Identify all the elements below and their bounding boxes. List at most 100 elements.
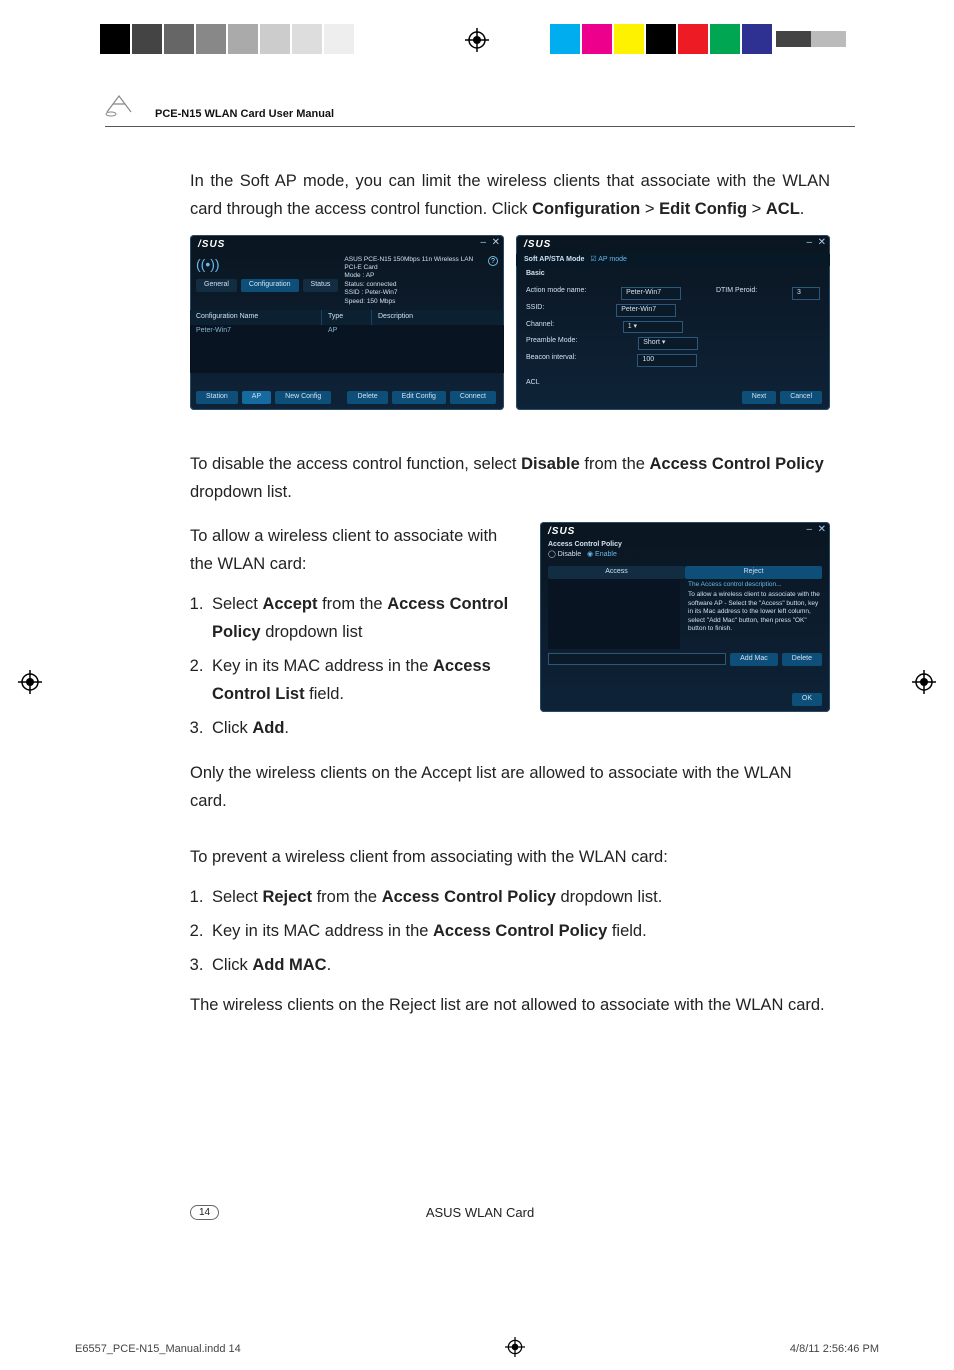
manual-header: PCE-N15 WLAN Card User Manual bbox=[105, 90, 855, 127]
screenshot-acl: – ✕ /SUS Access Control Policy ◯ Disable… bbox=[540, 522, 830, 712]
cancel-button[interactable]: Cancel bbox=[780, 391, 822, 404]
help-icon[interactable]: ? bbox=[488, 256, 498, 266]
channel-label: Channel: bbox=[526, 321, 554, 334]
list-item: Key in its MAC address in the Access Con… bbox=[208, 652, 520, 708]
text-bold: Access Control Policy bbox=[650, 455, 824, 473]
disable-paragraph: To disable the access control function, … bbox=[190, 450, 830, 506]
text: from the bbox=[580, 455, 650, 473]
delete-button[interactable]: Delete bbox=[347, 391, 387, 404]
manual-title: PCE-N15 WLAN Card User Manual bbox=[155, 108, 334, 120]
add-mac-button[interactable]: Add Mac bbox=[730, 653, 778, 666]
acl-title: Access Control Policy bbox=[548, 541, 622, 548]
page-number: 14 bbox=[190, 1205, 219, 1220]
intro-paragraph: In the Soft AP mode, you can limit the w… bbox=[190, 167, 830, 223]
tab-status[interactable]: Status bbox=[303, 279, 339, 292]
beacon-input[interactable]: 100 bbox=[637, 354, 697, 367]
channel-select[interactable]: 1 ▾ bbox=[623, 321, 683, 334]
allow-list: Select Accept from the Access Control Po… bbox=[208, 590, 520, 742]
prevent-list: Select Reject from the Access Control Po… bbox=[208, 883, 830, 979]
col-type: Type bbox=[322, 310, 372, 325]
ap-button[interactable]: AP bbox=[242, 391, 271, 404]
text-bold: ACL bbox=[766, 200, 800, 218]
after-prevent-paragraph: The wireless clients on the Reject list … bbox=[190, 991, 830, 1019]
footer-center: ASUS WLAN Card bbox=[426, 1205, 534, 1220]
dtim-label: DTIM Peroid: bbox=[716, 287, 757, 300]
text-bold: Edit Config bbox=[659, 200, 747, 218]
list-item: Click Add. bbox=[208, 714, 520, 742]
ok-button[interactable]: OK bbox=[792, 693, 822, 706]
text-bold: Configuration bbox=[532, 200, 640, 218]
new-config-button[interactable]: New Config bbox=[275, 391, 331, 404]
action-name-input[interactable]: Peter-Win7 bbox=[621, 287, 681, 300]
mode-label: Mode : AP bbox=[344, 272, 498, 280]
delete-mac-button[interactable]: Delete bbox=[782, 653, 822, 666]
window-controls: – ✕ bbox=[481, 237, 501, 250]
registration-mark-left bbox=[18, 670, 42, 694]
station-button[interactable]: Station bbox=[196, 391, 238, 404]
acl-section: ACL bbox=[526, 379, 540, 386]
beacon-label: Beacon interval: bbox=[526, 354, 576, 367]
edit-config-button[interactable]: Edit Config bbox=[392, 391, 446, 404]
registration-mark-right bbox=[912, 670, 936, 694]
enable-radio[interactable]: ◉ Enable bbox=[587, 551, 617, 558]
mac-input[interactable] bbox=[548, 653, 726, 665]
screenshot-edit-config: – ✕ /SUS Soft AP/STA Mode ☑ AP mode Basi… bbox=[516, 235, 830, 410]
logo-icon bbox=[105, 90, 145, 120]
indd-timestamp: 4/8/11 2:56:46 PM bbox=[790, 1343, 879, 1355]
status-label: Status: connected bbox=[344, 281, 498, 289]
config-table-header: Configuration Name Type Description bbox=[190, 310, 504, 325]
window-controls: – ✕ bbox=[807, 237, 827, 250]
list-item: Click Add MAC. bbox=[208, 951, 830, 979]
wifi-icon: ((•)) bbox=[196, 256, 220, 274]
text: dropdown list. bbox=[190, 483, 292, 501]
basic-section: Basic bbox=[526, 270, 545, 277]
speed-label: Speed: 150 Mbps bbox=[344, 298, 498, 306]
brand-label: /SUS bbox=[540, 522, 830, 541]
reject-tab[interactable]: Reject bbox=[685, 566, 822, 579]
acl-desc: To allow a wireless client to associate … bbox=[688, 591, 820, 633]
col-desc: Description bbox=[372, 310, 504, 325]
action-name-label: Action mode name: bbox=[526, 287, 586, 300]
ssid-input[interactable]: Peter-Win7 bbox=[616, 304, 676, 317]
config-table-row[interactable]: Peter-Win7 AP bbox=[190, 325, 504, 373]
prevent-intro: To prevent a wireless client from associ… bbox=[190, 843, 830, 871]
list-item: Select Accept from the Access Control Po… bbox=[208, 590, 520, 646]
dtim-input[interactable]: 3 bbox=[792, 287, 820, 300]
registration-mark-top bbox=[465, 28, 489, 52]
cell-type: AP bbox=[322, 325, 372, 373]
brand-label: /SUS bbox=[516, 235, 830, 254]
text: > bbox=[747, 200, 766, 218]
text: . bbox=[800, 200, 805, 218]
list-item: Select Reject from the Access Control Po… bbox=[208, 883, 830, 911]
preamble-label: Preamble Mode: bbox=[526, 337, 577, 350]
preamble-select[interactable]: Short ▾ bbox=[638, 337, 698, 350]
tab-general[interactable]: General bbox=[196, 279, 237, 292]
text: To disable the access control function, … bbox=[190, 455, 521, 473]
acl-desc-heading: The Access control description... bbox=[688, 581, 820, 589]
screenshot-configuration: – ✕ /SUS ((•)) General Configuration Sta… bbox=[190, 235, 504, 410]
screenshot-row: – ✕ /SUS ((•)) General Configuration Sta… bbox=[190, 235, 830, 410]
tab-configuration[interactable]: Configuration bbox=[241, 279, 299, 292]
indesign-slug: E6557_PCE-N15_Manual.indd 14 4/8/11 2:56… bbox=[75, 1337, 879, 1360]
acl-listbox[interactable] bbox=[548, 579, 680, 649]
text-bold: Disable bbox=[521, 455, 580, 473]
text: > bbox=[640, 200, 659, 218]
list-item: Key in its MAC address in the Access Con… bbox=[208, 917, 830, 945]
disable-radio[interactable]: ◯ Disable bbox=[548, 551, 581, 558]
next-button[interactable]: Next bbox=[742, 391, 776, 404]
ap-mode-checkbox[interactable]: AP mode bbox=[598, 256, 627, 263]
device-name: ASUS PCE-N15 150Mbps 11n Wireless LAN PC… bbox=[344, 256, 498, 273]
cell-name: Peter-Win7 bbox=[190, 325, 322, 373]
registration-mark-bottom bbox=[241, 1337, 790, 1360]
after-allow-paragraph: Only the wireless clients on the Accept … bbox=[190, 759, 830, 815]
allow-intro: To allow a wireless client to associate … bbox=[190, 522, 520, 578]
ssid-field-label: SSID: bbox=[526, 304, 544, 317]
col-name: Configuration Name bbox=[190, 310, 322, 325]
indd-file: E6557_PCE-N15_Manual.indd 14 bbox=[75, 1343, 241, 1355]
softap-mode-label: Soft AP/STA Mode bbox=[524, 256, 584, 265]
window-controls: – ✕ bbox=[807, 524, 827, 537]
connect-button[interactable]: Connect bbox=[450, 391, 496, 404]
access-tab[interactable]: Access bbox=[548, 566, 685, 579]
cell-desc bbox=[372, 325, 504, 373]
page-content: PCE-N15 WLAN Card User Manual In the Sof… bbox=[75, 70, 885, 1280]
